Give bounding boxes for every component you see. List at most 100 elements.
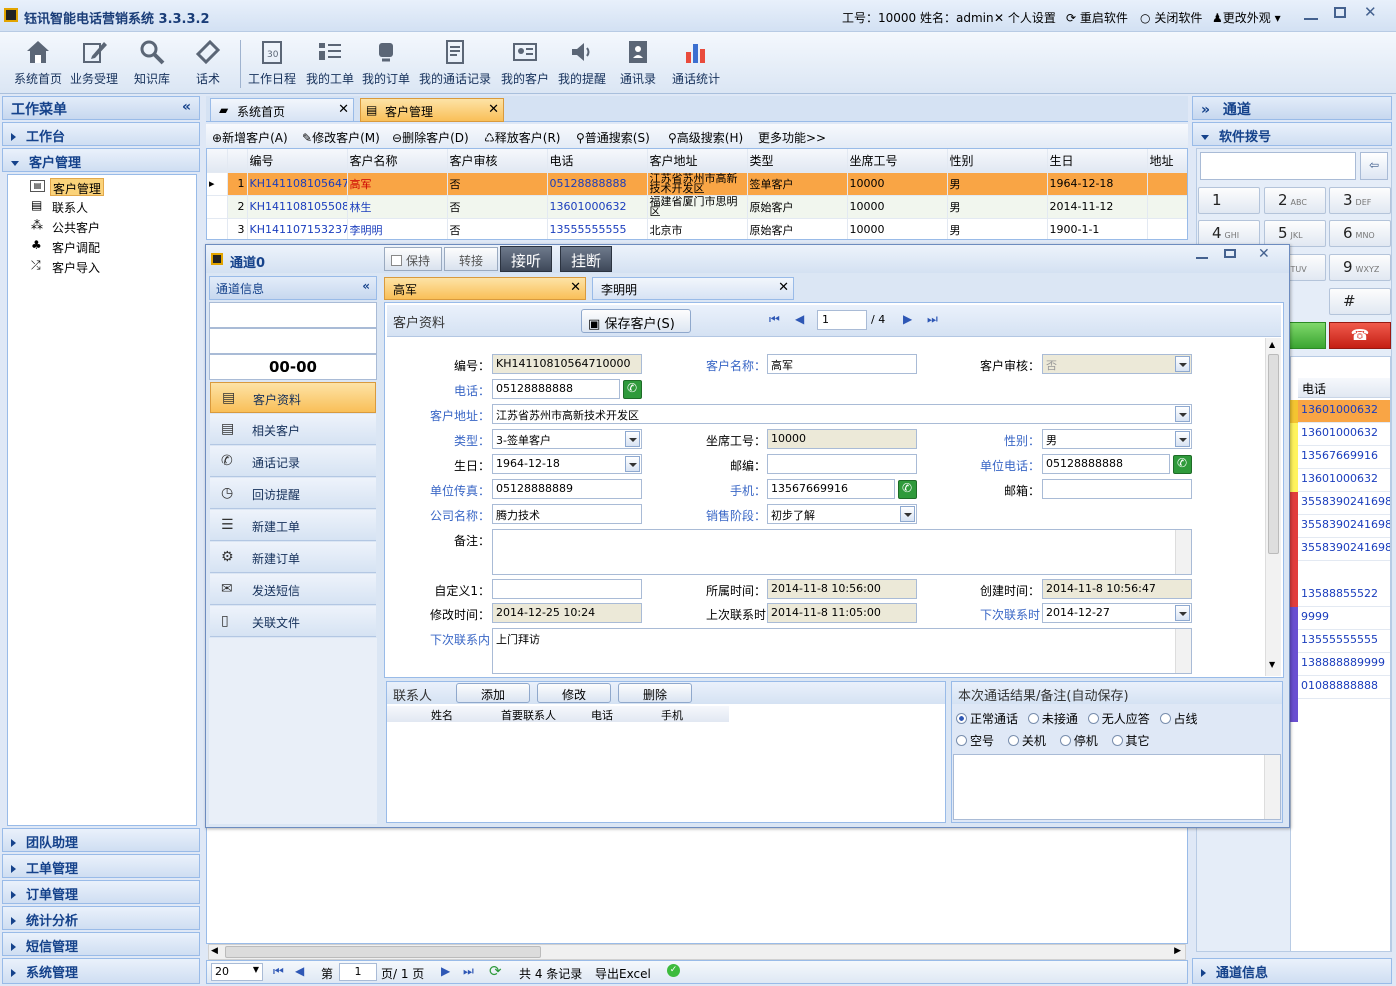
scroll-right-icon[interactable]: ▶: [1174, 946, 1181, 956]
created-time-field[interactable]: 2014-11-8 10:56:47: [1042, 579, 1192, 599]
dial-key-5[interactable]: 5 JKL: [1264, 220, 1326, 247]
record-page-input[interactable]: 1: [817, 310, 867, 330]
menu-workbench[interactable]: 工作台: [2, 122, 200, 146]
dial-phone-icon[interactable]: [623, 380, 642, 399]
hold-button[interactable]: 保持: [384, 247, 442, 271]
restart-button[interactable]: ⟳ 重启软件: [1066, 9, 1128, 26]
textarea-scrollbar[interactable]: [1175, 530, 1191, 574]
channel-tab-limingming[interactable]: 李明明 ✕: [592, 277, 794, 300]
phone-row[interactable]: 01088888888: [1298, 676, 1390, 699]
phone-row[interactable]: 138888889999: [1298, 653, 1390, 676]
save-customer-button[interactable]: ▣ 保存客户(S): [581, 309, 691, 333]
fax-field[interactable]: 05128888889: [492, 479, 642, 499]
birthday-picker[interactable]: 1964-12-18: [492, 454, 642, 474]
tab-home[interactable]: ▰ 系统首页 ✕: [210, 98, 354, 122]
change-skin-button[interactable]: ♟更改外观 ▾: [1212, 9, 1281, 26]
toolbar-my-customers[interactable]: 我的客户: [498, 36, 552, 87]
textarea-scrollbar[interactable]: [1264, 755, 1280, 819]
toolbar-address-book[interactable]: 通讯录: [614, 36, 662, 87]
dial-key-9[interactable]: 9 WXYZ: [1329, 254, 1391, 281]
menu-item-customers[interactable]: ▤ 客户管理: [28, 178, 188, 196]
collapse-channel-icon[interactable]: «: [362, 279, 370, 293]
phone-row[interactable]: 13601000632: [1298, 423, 1390, 446]
col-header[interactable]: 地址: [1147, 149, 1187, 173]
export-excel-button[interactable]: 导出Excel: [595, 965, 651, 982]
menu-item-customer-import[interactable]: ⤮ 客户导入: [28, 258, 188, 276]
tab-close-icon[interactable]: ✕: [778, 280, 789, 295]
next-contact-picker[interactable]: 2014-12-27: [1042, 603, 1192, 623]
dial-mobile-icon[interactable]: [898, 480, 917, 499]
phone-row[interactable]: 13588855522: [1298, 584, 1390, 607]
channel-tab-gaojun[interactable]: 高军 ✕: [384, 277, 586, 300]
nav-new-ticket[interactable]: ☰ 新建工单: [210, 510, 376, 541]
release-customer-button[interactable]: ♺释放客户(R): [484, 129, 560, 146]
advanced-search-button[interactable]: ⚲高级搜索(H): [668, 129, 743, 146]
dial-unit-phone-icon[interactable]: [1173, 455, 1192, 474]
record-first-icon[interactable]: ⏮: [769, 312, 780, 327]
softphone-dial-header[interactable]: 软件拨号: [1192, 122, 1392, 146]
minimize-icon[interactable]: [1304, 6, 1318, 20]
hangup-button[interactable]: 挂断: [560, 246, 612, 272]
audit-select[interactable]: 否: [1042, 354, 1192, 374]
scroll-thumb[interactable]: [1268, 354, 1279, 554]
more-functions-button[interactable]: 更多功能>>: [758, 129, 826, 146]
close-software-button[interactable]: ○ 关闭软件: [1140, 9, 1202, 26]
nav-customer-info[interactable]: ▤ 客户资料: [210, 382, 376, 413]
zip-field[interactable]: [767, 454, 917, 474]
nav-related-customers[interactable]: ▤ 相关客户: [210, 414, 376, 445]
col-header[interactable]: 客户审核: [447, 149, 548, 173]
refresh-icon[interactable]: ⟳: [489, 962, 502, 980]
mobile-field[interactable]: 13567669916: [767, 479, 895, 499]
toolbar-reminders[interactable]: 我的提醒: [554, 36, 610, 87]
toolbar-call-records[interactable]: 我的通话记录: [416, 36, 494, 87]
transfer-button[interactable]: 转接: [444, 247, 498, 271]
scroll-up-icon[interactable]: ▲: [1269, 340, 1275, 349]
nav-new-order[interactable]: ⚙ 新建订单: [210, 542, 376, 573]
result-radio-normal[interactable]: 正常通话: [956, 712, 1018, 726]
menu-team[interactable]: 团队助理: [2, 828, 200, 852]
table-row[interactable]: ▸ 1 KH14110810564710 高军 否 05128888888 江苏…: [207, 172, 1187, 196]
phone-row[interactable]: 355839024169890: [1298, 538, 1390, 561]
nav-call-records[interactable]: ✆ 通话记录: [210, 446, 376, 477]
col-header[interactable]: 客户地址: [647, 149, 748, 173]
phone-row[interactable]: 9999: [1298, 607, 1390, 630]
menu-customer-mgmt[interactable]: 客户管理: [2, 148, 200, 172]
scroll-thumb[interactable]: [225, 946, 541, 958]
toolbar-call-stats[interactable]: 通话统计: [668, 36, 724, 87]
maximize-icon[interactable]: [1334, 7, 1346, 18]
dial-hangup-button[interactable]: ☎: [1329, 322, 1391, 349]
col-header[interactable]: 首要联系人: [501, 707, 556, 723]
phone-row[interactable]: 13567669916: [1298, 446, 1390, 469]
col-header[interactable]: 编号: [247, 149, 348, 173]
col-header[interactable]: 姓名: [431, 707, 453, 723]
address-select[interactable]: 江苏省苏州市高新技术开发区: [492, 404, 1192, 424]
phone-row[interactable]: 13555555555: [1298, 630, 1390, 653]
nav-linked-files[interactable]: ▯ 关联文件: [210, 606, 376, 637]
channel-info-header[interactable]: 通道信息: [1192, 958, 1392, 984]
phone-field[interactable]: 05128888888: [492, 379, 620, 399]
belong-time-field[interactable]: 2014-11-8 10:56:00: [767, 579, 917, 599]
window-restore-icon[interactable]: [1224, 249, 1236, 258]
menu-item-customer-allocation[interactable]: ♣ 客户调配: [28, 238, 188, 256]
id-field[interactable]: KH14110810564710000: [492, 354, 642, 374]
next-page-icon[interactable]: ▶: [441, 964, 450, 978]
result-radio-no-answer[interactable]: 无人应答: [1087, 712, 1150, 726]
form-scrollbar[interactable]: ▲ ▼: [1265, 338, 1281, 676]
add-customer-button[interactable]: ⊕新增客户(A): [212, 129, 288, 146]
tab-close-icon[interactable]: ✕: [488, 102, 499, 117]
col-header[interactable]: 手机: [661, 707, 683, 723]
toolbar-knowledge[interactable]: 知识库: [126, 36, 178, 87]
menu-system[interactable]: 系统管理: [2, 958, 200, 984]
col-header[interactable]: 电话: [591, 707, 613, 723]
menu-item-contacts[interactable]: ▤ 联系人: [28, 198, 188, 216]
menu-sms[interactable]: 短信管理: [2, 932, 200, 956]
record-next-icon[interactable]: ▶: [903, 312, 912, 326]
result-radio-not-connected[interactable]: 未接通: [1027, 712, 1078, 726]
last-contact-field[interactable]: 2014-11-8 11:05:00: [767, 603, 917, 623]
result-radio-powered-off[interactable]: 关机: [1007, 734, 1046, 748]
col-header[interactable]: 客户名称: [347, 149, 448, 173]
dial-key-hash[interactable]: #: [1329, 288, 1391, 315]
tab-customer-mgmt[interactable]: ▤ 客户管理 ✕: [360, 98, 504, 122]
company-field[interactable]: 腾力技术: [492, 504, 642, 524]
backspace-button[interactable]: ⇦: [1360, 152, 1388, 180]
